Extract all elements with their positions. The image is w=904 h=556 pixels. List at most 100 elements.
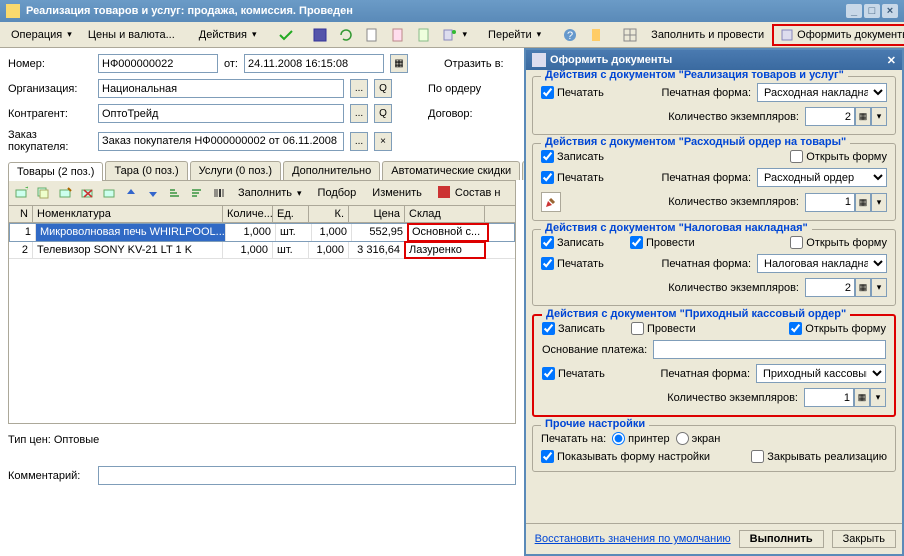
doc-menu-icon[interactable] [438, 24, 472, 46]
contr-input[interactable] [98, 104, 344, 123]
date-picker-button[interactable]: ▦ [390, 54, 408, 73]
copies-input[interactable] [805, 278, 855, 297]
compose-button[interactable]: Состав н [431, 183, 508, 203]
payment-basis-input[interactable] [653, 340, 886, 359]
screen-radio[interactable]: экран [676, 432, 721, 445]
write-checkbox[interactable]: Записать [541, 236, 604, 249]
minimize-button[interactable]: _ [846, 4, 862, 18]
save-icon[interactable] [308, 24, 332, 46]
write-checkbox[interactable]: Записать [542, 322, 605, 335]
print-form-select[interactable]: Расходный ордер [757, 168, 887, 187]
post-checkbox[interactable]: Провести [630, 236, 695, 249]
print-form-select[interactable]: Приходный кассовый о [756, 364, 886, 383]
restore-defaults-link[interactable]: Восстановить значения по умолчанию [535, 533, 731, 545]
copies-stepper[interactable]: ▾ [871, 107, 887, 126]
open-form-checkbox[interactable]: Открыть форму [789, 322, 886, 335]
operation-menu[interactable]: Операция [4, 26, 79, 44]
doc3-icon[interactable] [412, 24, 436, 46]
order-select-button[interactable]: ... [350, 132, 368, 151]
sort-desc-icon[interactable] [187, 184, 207, 202]
form-documents-button[interactable]: Оформить документы [773, 25, 904, 45]
print-checkbox[interactable]: Печатать [541, 86, 604, 99]
open-form-checkbox[interactable]: Открыть форму [790, 236, 887, 249]
print-checkbox[interactable]: Печатать [541, 257, 604, 270]
col-number[interactable]: N [9, 206, 33, 222]
copies-calc-button[interactable]: ▦ [855, 193, 871, 212]
post-checkbox[interactable]: Провести [631, 322, 696, 335]
move-up-icon[interactable] [121, 184, 141, 202]
edit-row-icon[interactable] [55, 184, 75, 202]
copies-calc-button[interactable]: ▦ [854, 388, 870, 407]
fill-post-button[interactable]: Заполнить и провести [644, 26, 771, 44]
org-lookup-button[interactable]: Q [374, 79, 392, 98]
col-unit[interactable]: Ед. [273, 206, 309, 222]
copies-calc-button[interactable]: ▦ [855, 107, 871, 126]
comment-input[interactable] [98, 466, 516, 485]
copies-input[interactable] [804, 388, 854, 407]
print-checkbox[interactable]: Печатать [541, 171, 604, 184]
print-form-select[interactable]: Расходная накладная [757, 83, 887, 102]
select-button[interactable]: Подбор [311, 184, 364, 202]
copies-stepper[interactable]: ▾ [870, 388, 886, 407]
barcode-icon[interactable] [209, 184, 229, 202]
tab-services[interactable]: Услуги (0 поз.) [190, 161, 281, 180]
order-input[interactable] [98, 132, 344, 151]
go-menu[interactable]: Перейти [481, 26, 548, 44]
pencil-icon[interactable] [541, 192, 561, 212]
close-dialog-button[interactable]: Закрыть [832, 530, 896, 548]
org-input[interactable] [98, 79, 344, 98]
execute-button[interactable]: Выполнить [739, 530, 824, 548]
maximize-button[interactable]: □ [864, 4, 880, 18]
copies-input[interactable] [805, 107, 855, 126]
print-checkbox[interactable]: Печатать [542, 367, 605, 380]
date-input[interactable] [244, 54, 384, 73]
write-checkbox[interactable]: Записать [541, 150, 604, 163]
prices-button[interactable]: Цены и валюта... [81, 26, 182, 44]
dialog-close-button[interactable]: ✕ [887, 54, 896, 67]
copies-calc-button[interactable]: ▦ [855, 278, 871, 297]
doc1-icon[interactable] [360, 24, 384, 46]
copies-input[interactable] [805, 193, 855, 212]
tab-tare[interactable]: Тара (0 поз.) [105, 161, 187, 180]
close-button[interactable]: × [882, 4, 898, 18]
bookmark-icon[interactable] [584, 24, 608, 46]
table-row[interactable]: 1 Микроволновая печь WHIRLPOOL... 1,000 … [9, 223, 515, 242]
col-nomenclature[interactable]: Номенклатура [33, 206, 223, 222]
post-icon[interactable] [274, 24, 298, 46]
print-form-select[interactable]: Налоговая накладная [757, 254, 887, 273]
contr-select-button[interactable]: ... [350, 104, 368, 123]
refresh-icon[interactable] [334, 24, 358, 46]
grid-icon[interactable] [618, 24, 642, 46]
open-form-checkbox[interactable]: Открыть форму [790, 150, 887, 163]
fill-menu[interactable]: Заполнить [231, 184, 309, 202]
copies-stepper[interactable]: ▾ [871, 193, 887, 212]
doc2-icon[interactable] [386, 24, 410, 46]
org-select-button[interactable]: ... [350, 79, 368, 98]
contr-lookup-button[interactable]: Q [374, 104, 392, 123]
number-input[interactable] [98, 54, 218, 73]
delete-row-icon[interactable] [77, 184, 97, 202]
sort-asc-icon[interactable] [165, 184, 185, 202]
copy-row-icon[interactable] [33, 184, 53, 202]
change-button[interactable]: Изменить [365, 184, 429, 202]
table-row[interactable]: 2 Телевизор SONY KV-21 LT 1 K 1,000 шт. … [9, 242, 515, 259]
svg-text:?: ? [567, 30, 573, 42]
add-row-icon[interactable]: + [11, 184, 31, 202]
printer-radio[interactable]: принтер [612, 432, 669, 445]
tab-goods[interactable]: Товары (2 поз.) [8, 162, 103, 181]
copies-stepper[interactable]: ▾ [871, 278, 887, 297]
col-quantity[interactable]: Количе... [223, 206, 273, 222]
col-coef[interactable]: К. [309, 206, 349, 222]
move-down-icon[interactable] [143, 184, 163, 202]
col-price[interactable]: Цена [349, 206, 405, 222]
tab-additional[interactable]: Дополнительно [283, 161, 380, 180]
actions-menu[interactable]: Действия [192, 26, 264, 44]
tab-discounts[interactable]: Автоматические скидки [382, 161, 520, 180]
show-form-checkbox[interactable]: Показывать форму настройки [541, 450, 710, 463]
row-props-icon[interactable] [99, 184, 119, 202]
close-realization-checkbox[interactable]: Закрывать реализацию [751, 450, 887, 463]
col-warehouse[interactable]: Склад [405, 206, 485, 222]
section-legend: Прочие настройки [541, 418, 649, 430]
order-clear-button[interactable]: × [374, 132, 392, 151]
help-icon[interactable]: ? [558, 24, 582, 46]
